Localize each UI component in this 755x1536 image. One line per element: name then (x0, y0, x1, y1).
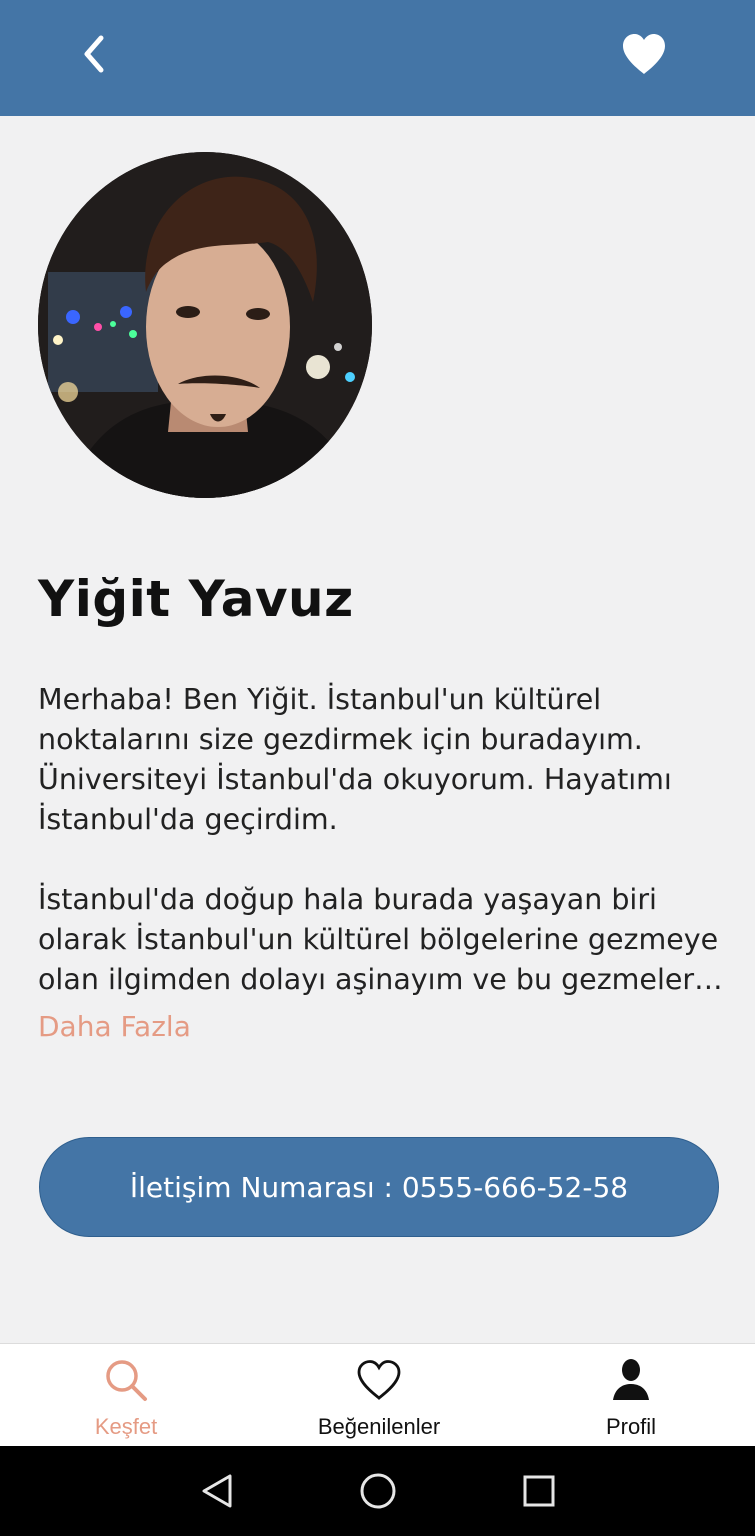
bio-paragraph-truncated: İstanbul'da doğup hala burada yaşayan bi… (38, 883, 719, 996)
bio-paragraph: Merhaba! Ben Yiğit. İstanbul'un kültürel… (38, 683, 672, 836)
tab-profil[interactable]: Profil (521, 1344, 741, 1447)
profile-bio: Merhaba! Ben Yiğit. İstanbul'un kültürel… (38, 680, 728, 1000)
square-recents-icon (523, 1475, 555, 1507)
back-button[interactable] (70, 28, 118, 80)
top-app-bar (0, 0, 755, 116)
read-more-link[interactable]: Daha Fazla (38, 1010, 191, 1043)
search-icon (106, 1360, 147, 1401)
user-icon (613, 1359, 649, 1400)
system-recents-button[interactable] (514, 1468, 564, 1514)
circle-home-icon (360, 1473, 396, 1509)
chevron-left-icon (84, 35, 104, 73)
profile-avatar (38, 152, 372, 498)
avatar-photo (38, 152, 372, 498)
tab-kesfet[interactable]: Keşfet (16, 1344, 236, 1447)
heart-outline-icon (357, 1360, 401, 1400)
bottom-tab-bar: Keşfet Beğenilenler Profil (0, 1343, 755, 1446)
heart-filled-icon (623, 34, 665, 74)
tab-begenilenler[interactable]: Beğenilenler (269, 1344, 489, 1447)
system-home-button[interactable] (353, 1468, 403, 1514)
system-navigation-bar (0, 1446, 755, 1536)
tab-label: Keşfet (94, 1414, 158, 1439)
tab-label: Profil (605, 1414, 657, 1439)
system-back-button[interactable] (192, 1468, 242, 1514)
triangle-back-icon (202, 1474, 232, 1508)
tab-label: Beğenilenler (317, 1414, 441, 1439)
contact-number-button[interactable]: İletişim Numarası : 0555-666-52-58 (39, 1137, 719, 1237)
favorite-button[interactable] (614, 26, 674, 82)
profile-name: Yiğit Yavuz (38, 570, 354, 628)
